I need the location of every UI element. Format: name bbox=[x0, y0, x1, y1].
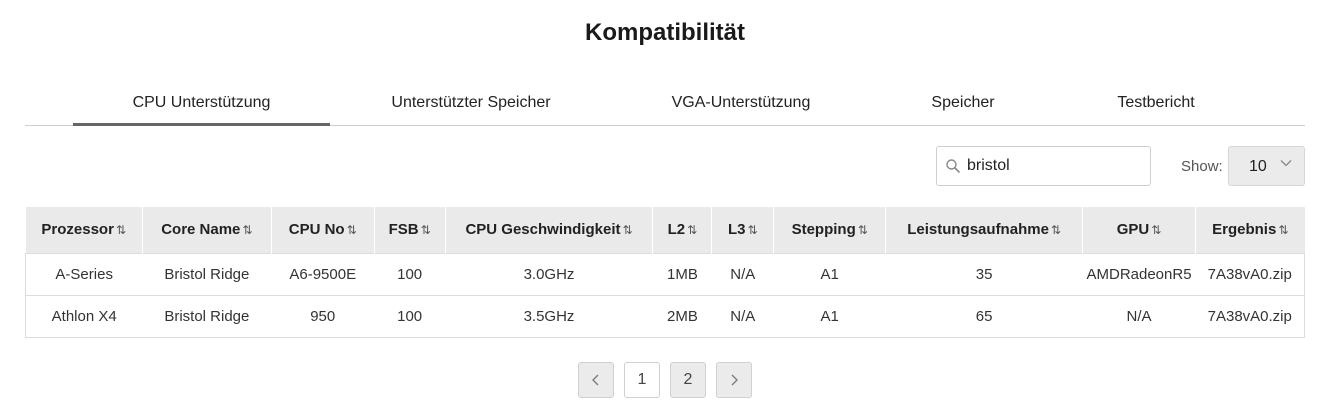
column-header-label: L2 bbox=[667, 221, 686, 239]
prev-page-button[interactable] bbox=[578, 362, 614, 398]
chevron-down-icon bbox=[1280, 160, 1292, 167]
table-cell: 1MB bbox=[652, 252, 712, 296]
tab-storage[interactable]: Speicher bbox=[917, 84, 1009, 126]
page-button-2[interactable]: 2 bbox=[670, 362, 706, 398]
sort-icon: ⇅ bbox=[1151, 223, 1162, 238]
column-header[interactable]: CPU Geschwindigkeit ⇅ bbox=[444, 207, 653, 253]
compatibility-table: Prozessor ⇅ Core Name ⇅ CPU No ⇅ FSB ⇅ CPU Gesch… bbox=[25, 207, 1305, 338]
tab-supported-memory[interactable]: Unterstützter Speicher bbox=[365, 84, 577, 126]
tab-test-report[interactable]: Testbericht bbox=[1105, 84, 1207, 126]
table-cell: A1 bbox=[773, 295, 886, 338]
tab-vga-support[interactable]: VGA-Unterstützung bbox=[651, 84, 831, 126]
table-cell: 65 bbox=[885, 295, 1083, 338]
table-cell[interactable]: 7A38vA0.zip bbox=[1195, 295, 1305, 338]
sort-icon: ⇅ bbox=[1050, 223, 1061, 238]
table-cell[interactable]: 7A38vA0.zip bbox=[1195, 252, 1305, 296]
sort-icon: ⇅ bbox=[857, 223, 868, 238]
table-cell: N/A bbox=[711, 252, 774, 296]
tab-cpu-support[interactable]: CPU Unterstützung bbox=[73, 84, 330, 126]
sort-icon: ⇅ bbox=[747, 223, 758, 238]
sort-icon: ⇅ bbox=[420, 223, 431, 238]
next-page-button[interactable] bbox=[716, 362, 752, 398]
column-header[interactable]: Core Name ⇅ bbox=[141, 207, 272, 253]
column-header[interactable]: Leistungsaufnahme ⇅ bbox=[885, 207, 1083, 253]
column-header-label: Leistungsaufnahme bbox=[907, 221, 1049, 239]
table-cell: Athlon X4 bbox=[25, 295, 143, 338]
sort-icon: ⇅ bbox=[242, 223, 253, 238]
column-header[interactable]: CPU No ⇅ bbox=[270, 207, 375, 253]
page-button-1[interactable]: 1 bbox=[624, 362, 660, 398]
table-cell: A-Series bbox=[25, 252, 143, 296]
sort-icon: ⇅ bbox=[622, 223, 633, 238]
table-cell: 3.5GHz bbox=[445, 295, 653, 338]
page-title: Kompatibilität bbox=[585, 19, 745, 46]
table-row: A-Series Bristol Ridge A6-9500E 100 3.0GHz 1M… bbox=[25, 252, 1305, 296]
column-header[interactable]: L2 ⇅ bbox=[652, 207, 712, 253]
column-header[interactable]: Ergebnis ⇅ bbox=[1195, 207, 1305, 253]
table-cell: N/A bbox=[1082, 295, 1196, 338]
tab-bar: CPU Unterstützung Unterstützter Speicher… bbox=[25, 84, 1305, 126]
sort-icon: ⇅ bbox=[687, 223, 698, 238]
table-cell: A6-9500E bbox=[271, 252, 375, 296]
table-cell: 3.0GHz bbox=[445, 252, 653, 296]
table-cell: 100 bbox=[374, 295, 446, 338]
column-header[interactable]: L3 ⇅ bbox=[711, 207, 774, 253]
chevron-right-icon bbox=[731, 374, 738, 386]
show-label: Show: bbox=[1181, 158, 1223, 175]
sort-icon: ⇅ bbox=[115, 223, 126, 238]
table-cell: Bristol Ridge bbox=[142, 252, 272, 296]
column-header-label: Prozessor bbox=[41, 221, 114, 239]
page-size-select[interactable]: 10 bbox=[1228, 146, 1305, 186]
column-header-label: Ergebnis bbox=[1212, 221, 1277, 239]
page-size-value: 10 bbox=[1249, 158, 1267, 175]
table-header-row: Prozessor ⇅ Core Name ⇅ CPU No ⇅ FSB ⇅ CPU Gesch… bbox=[25, 207, 1305, 253]
table-cell: Bristol Ridge bbox=[142, 295, 272, 338]
table-cell: 2MB bbox=[652, 295, 712, 338]
search-input[interactable] bbox=[967, 155, 1142, 177]
column-header-label: GPU bbox=[1116, 221, 1150, 239]
column-header[interactable]: Prozessor ⇅ bbox=[25, 207, 143, 253]
column-header[interactable]: FSB ⇅ bbox=[373, 207, 446, 253]
table-cell: 100 bbox=[374, 252, 446, 296]
table-cell: A1 bbox=[773, 252, 886, 296]
column-header[interactable]: GPU ⇅ bbox=[1082, 207, 1196, 253]
search-box[interactable] bbox=[936, 146, 1151, 186]
column-header-label: Core Name bbox=[161, 221, 241, 239]
column-header[interactable]: Stepping ⇅ bbox=[773, 207, 886, 253]
sort-icon: ⇅ bbox=[1278, 223, 1289, 238]
chevron-left-icon bbox=[592, 374, 599, 386]
column-header-label: CPU No bbox=[288, 221, 345, 239]
table-cell: AMDRadeonR5 bbox=[1082, 252, 1196, 296]
table-body: A-Series Bristol Ridge A6-9500E 100 3.0GHz 1M… bbox=[25, 252, 1305, 338]
table-cell: N/A bbox=[711, 295, 774, 338]
column-header-label: L3 bbox=[728, 221, 746, 239]
search-icon bbox=[946, 159, 960, 173]
sort-icon: ⇅ bbox=[346, 223, 357, 238]
table-cell: 35 bbox=[885, 252, 1083, 296]
table-cell: 950 bbox=[271, 295, 375, 338]
column-header-label: Stepping bbox=[791, 221, 856, 239]
column-header-label: CPU Geschwindigkeit bbox=[465, 221, 621, 239]
column-header-label: FSB bbox=[388, 221, 419, 239]
table-row: Athlon X4 Bristol Ridge 950 100 3.5GHz 2MB N/A… bbox=[25, 295, 1305, 338]
